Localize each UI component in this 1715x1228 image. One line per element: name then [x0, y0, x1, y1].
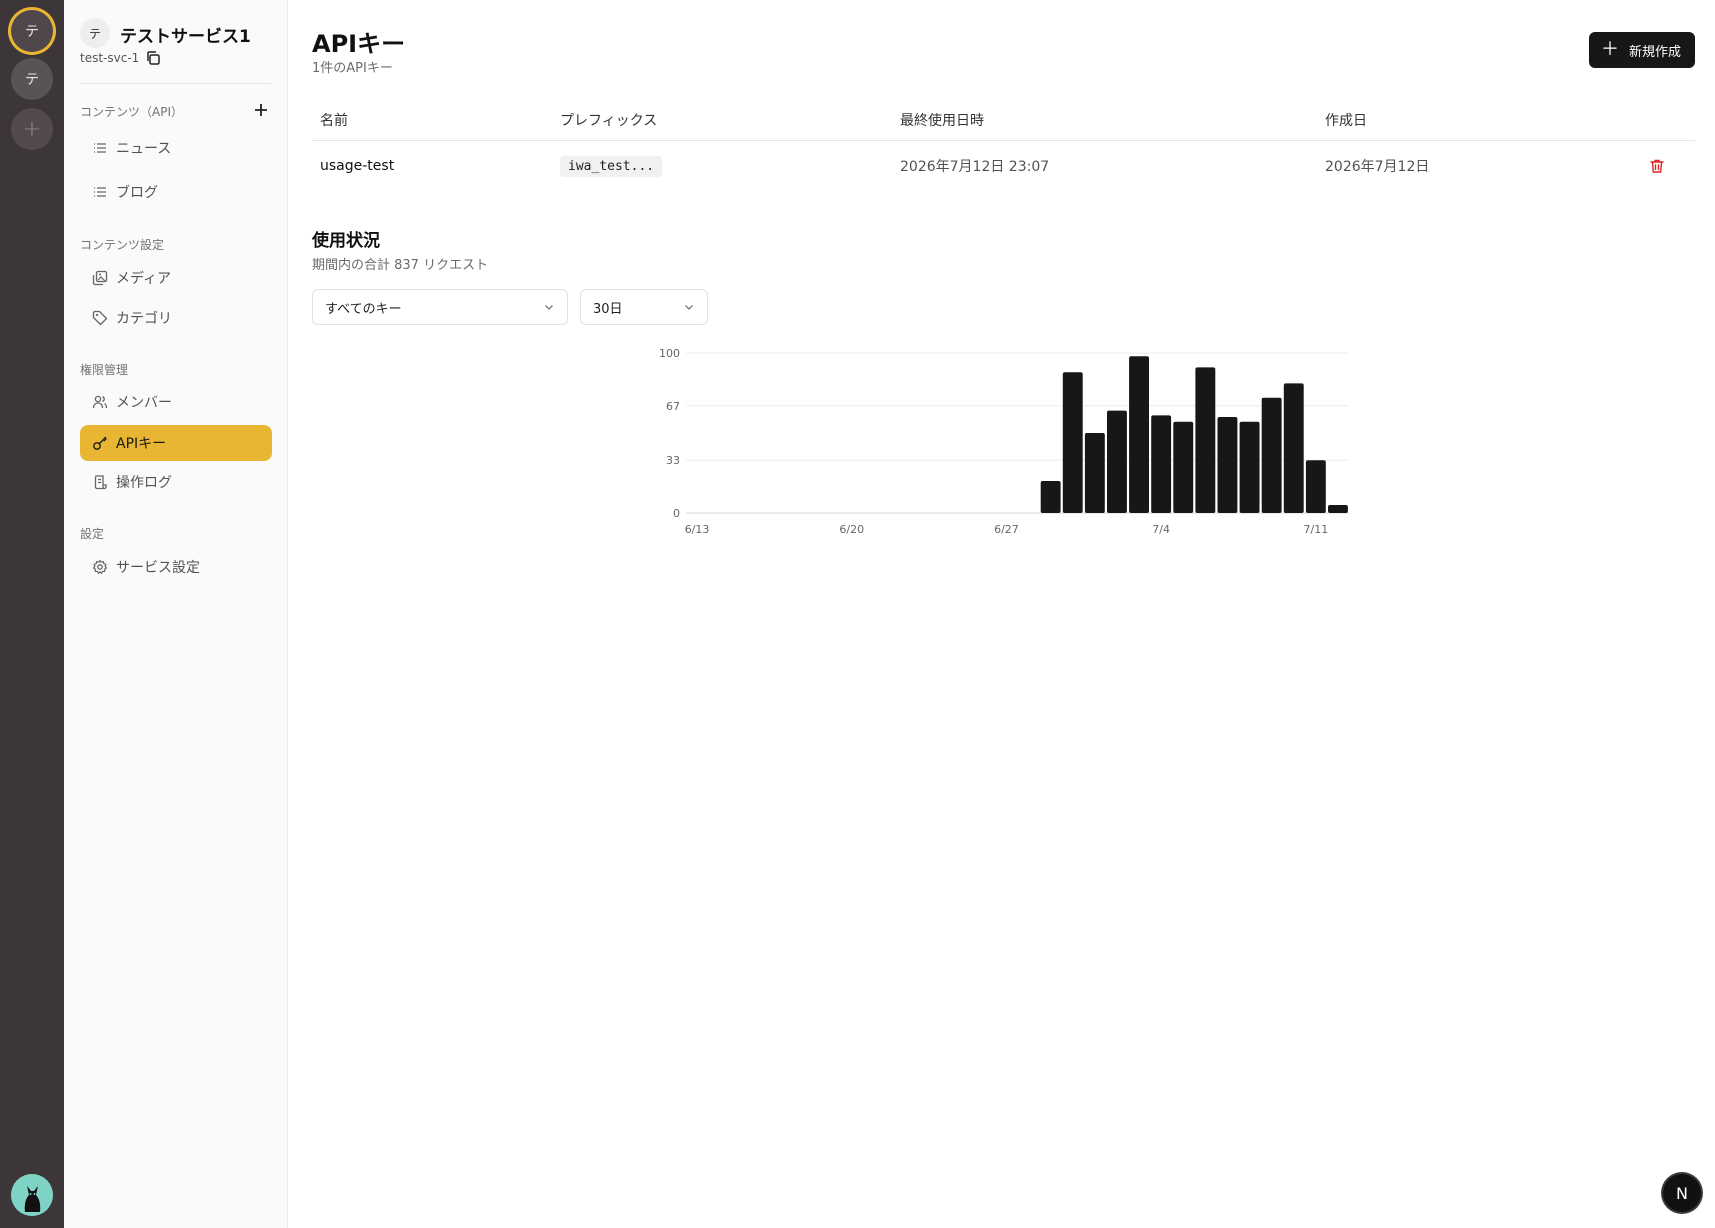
chart-bar: [1151, 415, 1172, 513]
n-logo-icon: N: [1676, 1183, 1688, 1203]
tag-icon: [92, 310, 108, 326]
chart-bar: [1305, 460, 1326, 513]
section-label-content-settings: コンテンツ設定: [80, 238, 165, 252]
sidebar-item-label: カテゴリ: [116, 311, 172, 327]
plus-icon: [255, 104, 267, 116]
y-tick-label: 67: [666, 400, 680, 413]
chart-bar: [1261, 397, 1282, 513]
sidebar-item-label: APIキー: [116, 436, 167, 452]
sidebar-item-label: メンバー: [116, 395, 172, 411]
x-tick-label: 6/27: [994, 523, 1019, 536]
x-tick-label: 7/4: [1152, 523, 1170, 536]
gear-icon: [92, 559, 108, 574]
sidebar-divider: [80, 83, 271, 84]
chart-bar: [1084, 433, 1105, 513]
service-icon: テ: [80, 18, 110, 48]
x-tick-label: 7/11: [1303, 523, 1328, 536]
chart-bar: [1328, 505, 1348, 513]
usage-bar-chart: 0 33 67 100 6/13 6/20 6/27 7/4 7/11: [659, 347, 1349, 536]
chart-bar: [1040, 481, 1061, 513]
sidebar-item-category[interactable]: カテゴリ: [80, 300, 272, 336]
cat-icon: [11, 1174, 53, 1216]
chart-bar: [1173, 421, 1194, 513]
chart-bar: [1239, 421, 1260, 513]
app-root: テ テ + テ テストサービス1 test-svc-1 コンテンツ（API） ニ…: [0, 0, 1715, 1228]
images-icon: [92, 270, 108, 286]
section-label-settings: 設定: [80, 527, 105, 541]
service-slug: test-svc-1: [80, 51, 140, 65]
sidebar-item-members[interactable]: メンバー: [80, 384, 272, 420]
sidebar-item-blog[interactable]: ブログ: [80, 174, 272, 210]
section-label-permissions: 権限管理: [80, 363, 129, 377]
key-icon: [93, 436, 107, 450]
sidebar-item-api-keys[interactable]: APIキー: [80, 425, 272, 461]
x-tick-label: 6/13: [685, 523, 710, 536]
log-icon: [94, 475, 107, 490]
add-service-button[interactable]: +: [11, 108, 53, 150]
sidebar-item-news[interactable]: ニュース: [80, 130, 272, 166]
sidebar: テ テストサービス1 test-svc-1 コンテンツ（API） ニュース ブロ…: [64, 0, 288, 1228]
service-avatar-active[interactable]: テ: [11, 10, 53, 52]
service-name: テストサービス1: [120, 27, 251, 47]
add-content-api-button[interactable]: [251, 100, 271, 120]
sidebar-item-label: ブログ: [116, 185, 158, 201]
sidebar-item-label: メディア: [116, 271, 172, 287]
copy-icon[interactable]: [145, 50, 161, 66]
chart-bar: [1283, 383, 1304, 513]
next-dev-badge[interactable]: N: [1663, 1174, 1701, 1212]
main-content: APIキー 1件のAPIキー ＋ 新規作成 名前 プレフィックス 最終使用日時 …: [289, 0, 1715, 1228]
list-icon: [94, 143, 106, 153]
user-avatar[interactable]: [11, 1174, 53, 1216]
sidebar-item-label: 操作ログ: [116, 475, 172, 491]
chart-bar: [1195, 367, 1216, 513]
service-avatar[interactable]: テ: [11, 58, 53, 100]
y-tick-label: 0: [673, 507, 680, 520]
service-avatar-initial: テ: [25, 24, 39, 40]
chart-bar: [1107, 410, 1127, 513]
service-slug-row: test-svc-1: [80, 50, 161, 66]
plus-icon: +: [22, 116, 42, 142]
chart-bar: [1129, 356, 1149, 513]
chart-bar: [1217, 417, 1238, 513]
y-tick-label: 100: [659, 347, 680, 360]
y-tick-label: 33: [666, 454, 680, 467]
service-avatar-initial: テ: [25, 72, 39, 88]
x-tick-label: 6/20: [839, 523, 864, 536]
sidebar-item-service-settings[interactable]: サービス設定: [80, 549, 272, 585]
users-icon: [92, 395, 108, 409]
chart-bar: [1062, 372, 1083, 513]
sidebar-item-audit-log[interactable]: 操作ログ: [80, 464, 272, 500]
service-rail: テ テ +: [0, 0, 64, 1228]
sidebar-item-label: ニュース: [116, 141, 172, 157]
sidebar-item-label: サービス設定: [116, 560, 200, 576]
section-label-contents-api: コンテンツ（API）: [80, 105, 183, 119]
list-icon: [94, 187, 106, 197]
sidebar-item-media[interactable]: メディア: [80, 260, 272, 296]
